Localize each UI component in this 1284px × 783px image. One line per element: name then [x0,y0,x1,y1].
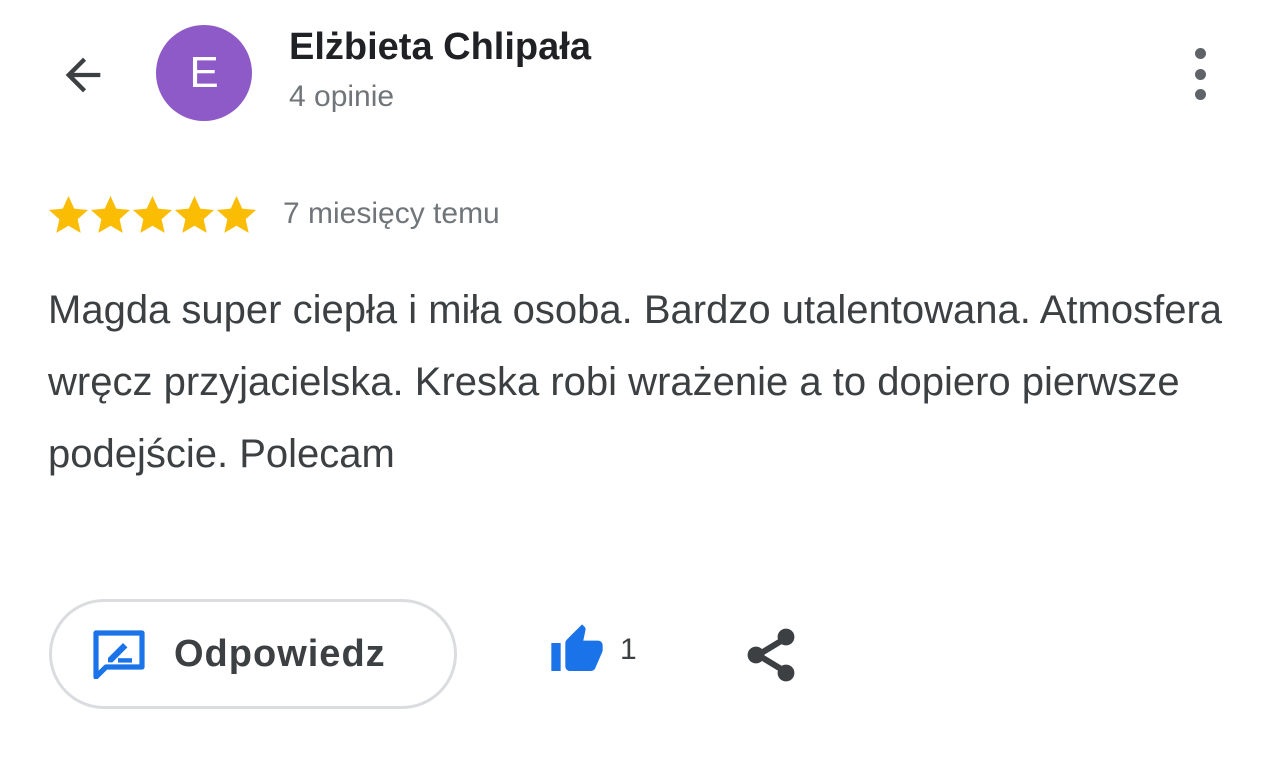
rating-row: 7 miesięcy temu [48,193,500,235]
star-icon [216,195,257,233]
share-icon [747,628,795,682]
star-icon [132,195,173,233]
review-date: 7 miesięcy temu [283,197,500,230]
avatar[interactable]: E [156,25,252,121]
rate-review-icon [93,630,145,679]
like-button[interactable]: 1 [548,620,637,680]
review-count: 4 opinie [289,80,395,113]
more-vert-icon [1194,48,1206,59]
reply-label: Odpowiedz [174,632,386,675]
share-button[interactable] [744,626,800,684]
more-vert-icon-dot [1194,89,1206,100]
more-options-button[interactable] [1176,44,1224,104]
star-icon [90,195,131,233]
reviewer-name[interactable]: Elżbieta Chlipała [289,26,591,69]
like-count: 1 [620,633,637,666]
thumb-up-icon [551,624,603,671]
more-vert-icon-dot [1194,68,1206,80]
reply-button[interactable]: Odpowiedz [49,599,457,709]
star-icon [174,195,215,233]
arrow-back-icon [65,57,101,93]
review-text: Magda super ciepła i miła osoba. Bardzo … [48,288,1223,476]
star-rating [48,194,257,235]
avatar-letter: E [189,48,219,97]
back-button[interactable] [54,46,112,104]
star-icon [48,195,89,233]
